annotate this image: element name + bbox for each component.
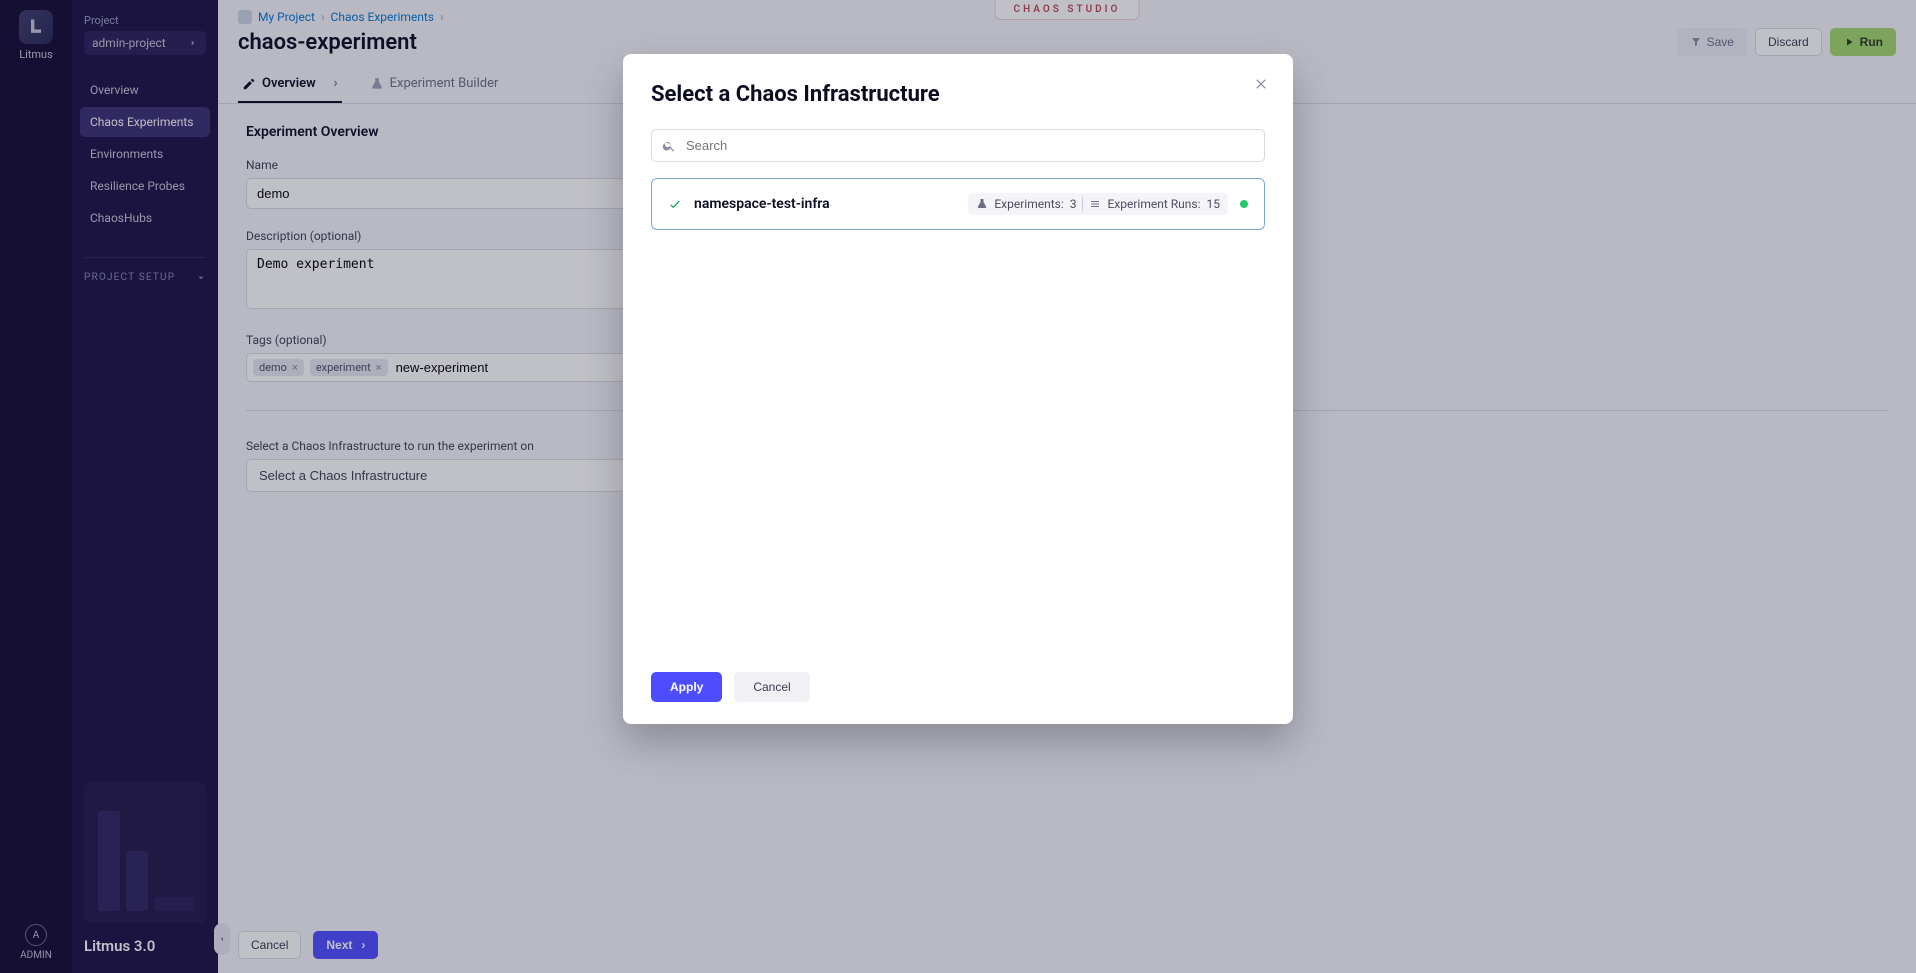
infra-meta: Experiments: 3 Experiment Runs: 15 bbox=[968, 193, 1248, 215]
infra-search-input[interactable] bbox=[684, 137, 1254, 154]
modal-cancel-button[interactable]: Cancel bbox=[734, 672, 809, 702]
apply-button[interactable]: Apply bbox=[651, 672, 722, 702]
modal-footer: Apply Cancel bbox=[651, 672, 1265, 702]
infra-name: namespace-test-infra bbox=[694, 196, 830, 212]
search-icon bbox=[662, 139, 676, 153]
modal-title: Select a Chaos Infrastructure bbox=[651, 82, 1265, 107]
select-infra-modal: Select a Chaos Infrastructure namespace-… bbox=[623, 54, 1293, 724]
close-icon[interactable] bbox=[1253, 76, 1269, 96]
flask-icon bbox=[976, 198, 988, 210]
check-icon bbox=[668, 197, 682, 211]
modal-overlay[interactable]: Select a Chaos Infrastructure namespace-… bbox=[0, 0, 1916, 973]
infra-option[interactable]: namespace-test-infra Experiments: 3 Expe… bbox=[651, 178, 1265, 230]
infra-stats-chip: Experiments: 3 Experiment Runs: 15 bbox=[968, 193, 1228, 215]
status-dot-active bbox=[1240, 200, 1248, 208]
infra-search[interactable] bbox=[651, 129, 1265, 162]
list-icon bbox=[1089, 198, 1101, 210]
